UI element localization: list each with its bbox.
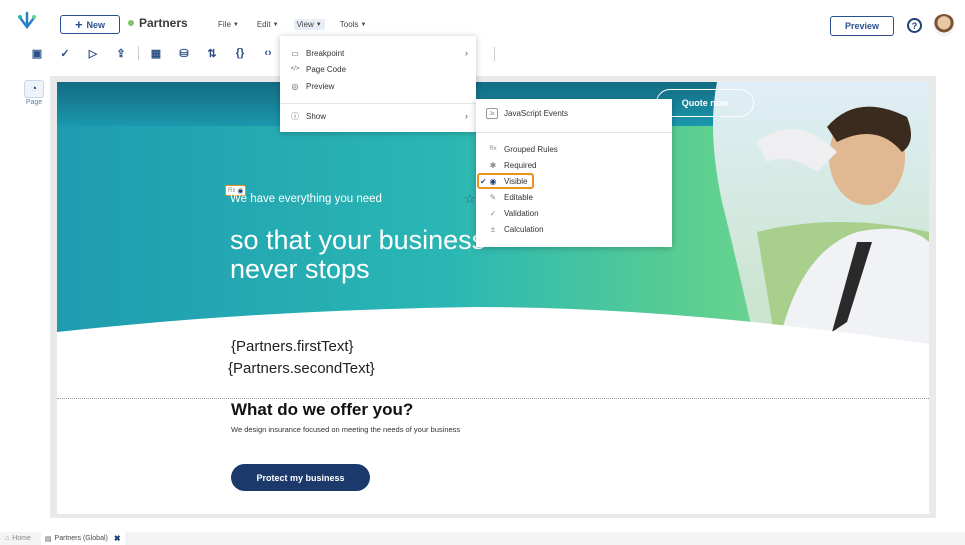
eye-icon: ◉ — [489, 176, 497, 186]
tab-partners[interactable]: ▤ Partners (Global) ✖ — [40, 532, 125, 545]
menu-item-label: JavaScript Events — [504, 109, 569, 118]
menu-item-label: Page Code — [306, 64, 347, 74]
menu-divider — [280, 103, 476, 104]
help-icon[interactable]: ? — [907, 18, 922, 33]
javascript-icon: Js — [486, 108, 498, 119]
menu-file[interactable]: File ▼ — [215, 19, 242, 30]
hero-subtitle[interactable]: We have everything you need — [230, 193, 382, 205]
home-icon: ⌂ — [5, 535, 10, 542]
toolbar: ▣ ✓ ▷ ⇪ ▦ ⛁ ⇅ {} ‹› — [0, 42, 965, 64]
menu-item-required[interactable]: ✱ Required — [476, 157, 672, 173]
sort-icon[interactable]: ⇅ — [198, 43, 226, 63]
chevron-right-icon: › — [465, 111, 468, 121]
palette-icon[interactable]: ◔ — [24, 80, 44, 98]
menu-item-label: Required — [504, 160, 537, 170]
menu-view[interactable]: View ▼ — [293, 19, 325, 30]
save-icon[interactable]: ▣ — [23, 43, 51, 63]
menu-item-page-code[interactable]: </> Page Code — [280, 61, 476, 77]
star-icon: ☆ — [464, 191, 476, 206]
bottom-tab-bar: ⌂ Home ▤ Partners (Global) ✖ — [0, 532, 965, 545]
pencil-icon: ✎ — [489, 192, 497, 202]
chevron-down-icon: ▼ — [272, 21, 279, 28]
menu-bar: File ▼ Edit ▼ View ▼ Tools ▼ — [215, 19, 369, 30]
chevron-down-icon: ▼ — [360, 21, 367, 28]
rules-icon: Rx — [489, 146, 497, 152]
menu-item-javascript-events[interactable]: Js JavaScript Events — [486, 108, 568, 119]
toolbar-divider — [494, 47, 495, 61]
check-icon[interactable]: ✓ — [51, 43, 79, 63]
database-icon[interactable]: ⛁ — [170, 43, 198, 63]
offer-description[interactable]: We design insurance focused on meeting t… — [231, 425, 460, 434]
app-logo-icon[interactable] — [16, 10, 38, 32]
menu-item-label: Breakpoint — [306, 48, 345, 58]
menu-view-label: View — [296, 20, 314, 29]
menu-item-label: Preview — [306, 81, 335, 91]
new-button[interactable]: + New — [60, 15, 120, 34]
avatar[interactable] — [933, 14, 955, 36]
tab-partners-label: Partners (Global) — [54, 535, 108, 542]
code-icon: </> — [290, 66, 300, 72]
chevron-down-icon: ▼ — [232, 21, 239, 28]
view-menu-dropdown: ▭ Breakpoint › </> Page Code ◎ Preview ⓘ… — [280, 36, 476, 132]
menu-item-breakpoint[interactable]: ▭ Breakpoint › — [280, 45, 476, 61]
menu-file-label: File — [218, 20, 231, 29]
section-divider — [57, 398, 929, 399]
menu-item-preview[interactable]: ◎ Preview — [280, 78, 476, 94]
code-icon[interactable]: ‹› — [254, 43, 282, 63]
app-title: Partners — [128, 16, 188, 30]
first-text-field[interactable]: {Partners.firstText} — [231, 338, 354, 355]
menu-tools[interactable]: Tools ▼ — [337, 19, 370, 30]
page-label: Page — [25, 99, 43, 106]
menu-item-label: Validation — [504, 208, 539, 218]
tab-home-label: Home — [12, 535, 31, 542]
menu-item-label: Grouped Rules — [504, 144, 558, 154]
menu-item-visible[interactable]: ✔ ◉ Visible — [476, 173, 672, 189]
menu-item-grouped-rules[interactable]: Rx Grouped Rules — [476, 141, 672, 157]
close-icon[interactable]: ✖ — [114, 534, 121, 543]
top-header: + New Partners File ▼ Edit ▼ View ▼ Tools ▼ … — [0, 0, 965, 40]
components-icon[interactable]: ▦ — [142, 43, 170, 63]
check-icon: ✓ — [489, 208, 497, 218]
app-name-label: Partners — [139, 16, 188, 30]
menu-tools-label: Tools — [339, 20, 359, 29]
menu-item-validation[interactable]: ✓ Validation — [476, 205, 672, 221]
play-icon[interactable]: ▷ — [79, 43, 107, 63]
second-text-field[interactable]: {Partners.secondText} — [228, 360, 375, 377]
preview-icon: ◎ — [291, 81, 299, 91]
menu-edit-label: Edit — [256, 20, 271, 29]
toolbar-divider — [138, 46, 139, 60]
info-icon: ⓘ — [291, 111, 299, 121]
protect-business-button[interactable]: Protect my business — [231, 464, 370, 491]
preview-button[interactable]: Preview — [830, 16, 894, 36]
calculator-icon: ± — [490, 224, 496, 234]
menu-item-calculation[interactable]: ± Calculation — [476, 221, 672, 237]
menu-edit[interactable]: Edit ▼ — [254, 19, 282, 30]
show-submenu: Js JavaScript Events Rx Grouped Rules ✱ … — [476, 99, 672, 247]
status-dot-icon — [128, 20, 134, 26]
tab-home[interactable]: ⌂ Home — [5, 535, 31, 542]
hero-title-line2: never stops — [230, 254, 370, 284]
menu-item-label: Editable — [504, 192, 533, 202]
braces-icon[interactable]: {} — [226, 43, 254, 63]
hero-title-line1: so that your business — [230, 225, 486, 255]
page-panel[interactable]: ◔ Page — [22, 80, 46, 110]
menu-item-label: Calculation — [504, 224, 544, 234]
monitor-icon: ▭ — [291, 48, 299, 58]
chevron-down-icon: ▼ — [315, 21, 322, 28]
checkmark-icon: ✔ — [480, 176, 487, 186]
plus-icon: + — [74, 17, 83, 32]
page-icon: ▤ — [44, 535, 52, 543]
menu-divider — [476, 132, 672, 133]
new-button-label: New — [86, 19, 106, 30]
chevron-right-icon: › — [465, 48, 468, 58]
menu-item-label: Show — [306, 111, 327, 121]
offer-title[interactable]: What do we offer you? — [231, 400, 413, 420]
menu-item-editable[interactable]: ✎ Editable — [476, 189, 672, 205]
menu-item-show[interactable]: ⓘ Show › — [280, 108, 476, 124]
menu-item-label: Visible — [504, 176, 528, 186]
publish-icon[interactable]: ⇪ — [107, 43, 135, 63]
asterisk-icon: ✱ — [489, 160, 497, 170]
hero-title[interactable]: so that your business never stops — [230, 226, 485, 284]
